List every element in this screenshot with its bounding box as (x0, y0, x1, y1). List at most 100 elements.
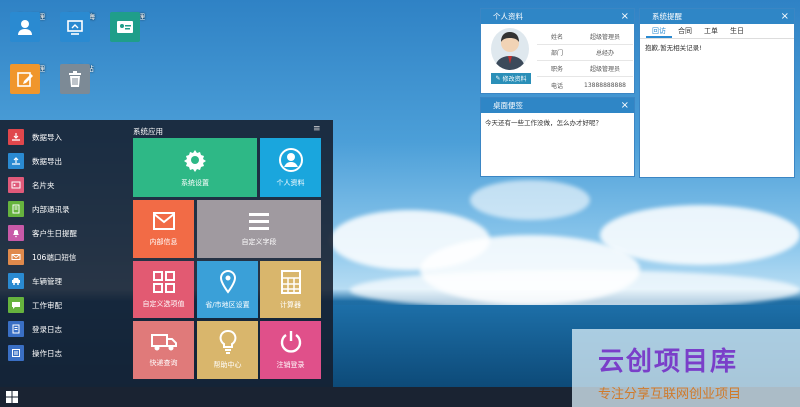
menu-item-label: 数据导出 (32, 156, 62, 166)
tab-birthday[interactable]: 生日 (724, 24, 750, 38)
menu-item-label: 客户生日提醒 (32, 228, 77, 238)
profile-row-value: 超级管理员 (589, 66, 620, 73)
window-title-bar[interactable]: 桌面便签 × (481, 98, 634, 113)
window-title: 个人资料 (493, 12, 523, 21)
chat-icon (8, 297, 24, 313)
watermark-subtitle: 专注分享互联网创业项目 (598, 387, 742, 402)
tile-help-center[interactable]: 帮助中心 (197, 321, 258, 379)
menu-item-data-export[interactable]: 数据导出 (8, 150, 120, 172)
start-menu: 数据导入 数据导出 名片夹 内部通讯录 客户生日提醒 106端口短信 车辆管理 (0, 120, 333, 387)
reminder-message: 抱歉,暂无相关记录! (645, 44, 702, 52)
power-icon (280, 331, 301, 353)
tile-custom-fields[interactable]: 自定义字段 (197, 200, 321, 258)
watermark: 云创项目库 专注分享互联网创业项目 (572, 329, 800, 407)
book-icon (8, 201, 24, 217)
watermark-title: 云创项目库 (598, 347, 739, 377)
start-menu-list: 数据导入 数据导出 名片夹 内部通讯录 客户生日提醒 106端口短信 车辆管理 (0, 120, 122, 387)
grid-icon (152, 270, 175, 293)
tile-label: 个人资料 (276, 178, 305, 187)
tile-express-tracking[interactable]: 快递查询 (133, 321, 194, 379)
windows-icon[interactable] (6, 391, 18, 403)
car-icon (8, 273, 24, 289)
tile-logout[interactable]: 注销登录 (260, 321, 321, 379)
tile-profile[interactable]: 个人资料 (260, 138, 321, 197)
desktop-icon-staff[interactable]: 员工管理 (110, 12, 152, 42)
apps-header: 系统应用 (133, 127, 163, 136)
menu-item-label: 登录日志 (32, 324, 62, 334)
users-icon (10, 12, 40, 42)
memo-textarea[interactable]: 今天还有一些工作没做，怎么办才好呢？ (481, 113, 634, 175)
tile-calculator[interactable]: 计算器 (260, 261, 321, 318)
menu-icon[interactable]: ≡ (313, 124, 321, 134)
profile-row-label: 姓名 (550, 34, 563, 41)
profile-window: 个人资料 × ✎ 修改资料 姓名 超级管理员 部门 总经办 职务 超级管理员 电… (480, 8, 635, 94)
tab-contract[interactable]: 合同 (672, 24, 698, 38)
bell-icon (8, 225, 24, 241)
tab-ticket[interactable]: 工单 (698, 24, 724, 38)
tile-system-settings[interactable]: 系统设置 (133, 138, 257, 197)
bulb-icon (219, 330, 236, 354)
ocean-icon (60, 12, 90, 42)
oplog-icon (8, 345, 24, 361)
edit-profile-button[interactable]: ✎ 修改资料 (491, 73, 531, 84)
window-title: 桌面便签 (493, 101, 523, 110)
list-icon (249, 213, 269, 230)
reminder-window: 系统提醒 × 回访 合同 工单 生日 抱歉,暂无相关记录! (639, 8, 795, 178)
menu-item-label: 106端口短信 (32, 252, 77, 262)
tab-follow-up[interactable]: 回访 (646, 24, 672, 38)
person-icon (278, 147, 303, 172)
close-icon[interactable]: × (781, 9, 789, 24)
profile-row: 部门 总经办 (537, 45, 633, 61)
tile-internal-messages[interactable]: 内部信息 (133, 200, 194, 258)
truck-icon (150, 334, 177, 351)
edit-icon: ✎ (495, 75, 501, 82)
profile-row-label: 职务 (550, 66, 563, 73)
tile-label: 自定义字段 (241, 238, 277, 246)
desktop-icon-orders[interactable]: 盾单管理 (10, 64, 52, 94)
menu-item-label: 内部通讯录 (32, 204, 70, 214)
card-icon (8, 177, 24, 193)
gear-icon (184, 149, 206, 172)
desktop-icon-recycle-bin[interactable]: 回 收 站 (60, 64, 102, 94)
tile-custom-options[interactable]: 自定义选项值 (133, 261, 194, 318)
window-title: 系统提醒 (652, 12, 682, 21)
profile-row-label: 部门 (550, 50, 563, 57)
tile-label: 计算器 (280, 300, 301, 309)
menu-item-label: 车辆管理 (32, 276, 62, 286)
close-icon[interactable]: × (621, 9, 629, 24)
profile-row-value: 13888888888 (584, 81, 626, 89)
menu-item-card-holder[interactable]: 名片夹 (8, 174, 120, 196)
profile-row-label: 电话 (550, 82, 563, 90)
window-title-bar[interactable]: 系统提醒 × (640, 9, 794, 24)
id-card-icon (110, 12, 140, 42)
tile-label: 系统设置 (181, 178, 209, 187)
export-icon (8, 153, 24, 169)
menu-item-label: 名片夹 (32, 180, 55, 190)
menu-item-operation-log[interactable]: 操作日志 (8, 342, 120, 364)
avatar (491, 28, 529, 70)
log-icon (8, 321, 24, 337)
menu-item-label: 数据导入 (32, 132, 62, 142)
pin-icon (219, 269, 236, 294)
envelope-icon (152, 212, 175, 230)
menu-item-work-approval[interactable]: 工作审配 (8, 294, 120, 316)
menu-item-birthday-reminder[interactable]: 客户生日提醒 (8, 222, 120, 244)
menu-item-data-import[interactable]: 数据导入 (8, 126, 120, 148)
tile-label: 自定义选项值 (142, 299, 185, 308)
edit-profile-label: 修改资料 (502, 76, 527, 83)
tile-region-settings[interactable]: 省/市地区设置 (197, 261, 258, 318)
close-icon[interactable]: × (621, 98, 629, 113)
profile-row-value: 超级管理员 (589, 34, 620, 41)
desktop-icon-customers[interactable]: 客户管理 (10, 12, 52, 42)
desktop-icon-customer-pool[interactable]: 客户公海 (60, 12, 102, 42)
menu-item-sms[interactable]: 106端口短信 (8, 246, 120, 268)
menu-item-label: 工作审配 (32, 300, 62, 310)
menu-item-label: 操作日志 (32, 348, 62, 358)
trash-icon (60, 64, 90, 94)
window-title-bar[interactable]: 个人资料 × (481, 9, 634, 24)
import-icon (8, 129, 24, 145)
menu-item-contacts[interactable]: 内部通讯录 (8, 198, 120, 220)
menu-item-login-log[interactable]: 登录日志 (8, 318, 120, 340)
calculator-icon (280, 269, 301, 294)
menu-item-vehicles[interactable]: 车辆管理 (8, 270, 120, 292)
